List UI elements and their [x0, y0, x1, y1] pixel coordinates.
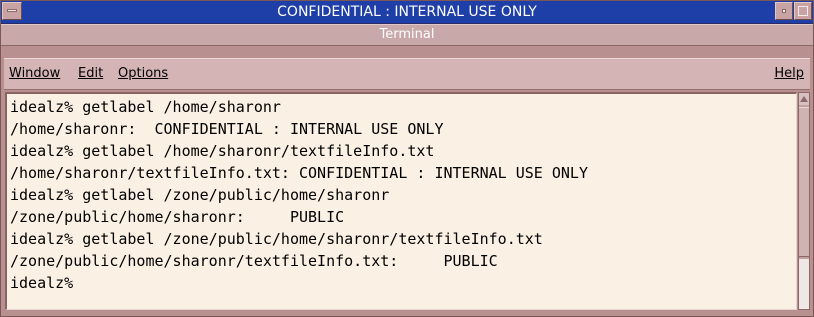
- terminal-line: /home/sharonr/textfileInfo.txt: CONFIDEN…: [10, 164, 588, 182]
- window-title: Terminal: [379, 27, 435, 42]
- terminal-line: /zone/public/home/sharonr/textfileInfo.t…: [10, 252, 498, 270]
- menu-options[interactable]: Options: [118, 59, 168, 89]
- menu-edit-label: Edit: [78, 66, 104, 81]
- scrollbar-thumb[interactable]: [799, 107, 809, 257]
- terminal-line: idealz% getlabel /zone/public/home/sharo…: [10, 186, 390, 204]
- menu-help-label: Help: [774, 66, 804, 81]
- label-bar-text: CONFIDENTIAL : INTERNAL USE ONLY: [277, 4, 537, 20]
- menu-window-label: Window: [9, 66, 61, 81]
- arrow-up-icon: [800, 96, 808, 102]
- terminal-window: CONFIDENTIAL : INTERNAL USE ONLY Termina…: [0, 0, 814, 317]
- terminal-line: idealz% getlabel /home/sharonr: [10, 98, 281, 116]
- maximize-button[interactable]: [794, 2, 812, 20]
- scroll-up-button[interactable]: [799, 93, 809, 105]
- menu-options-label: Options: [118, 66, 169, 81]
- terminal-prompt: idealz%: [10, 274, 74, 292]
- terminal-output[interactable]: idealz% getlabel /home/sharonr /home/sha…: [5, 92, 797, 310]
- minimize-icon: [782, 9, 786, 13]
- label-bar: CONFIDENTIAL : INTERNAL USE ONLY: [1, 1, 813, 24]
- terminal-line: idealz% getlabel /zone/public/home/sharo…: [10, 230, 543, 248]
- scrollbar-track[interactable]: [799, 259, 809, 309]
- title-bar[interactable]: Terminal: [1, 24, 813, 46]
- maximize-icon: [798, 6, 808, 16]
- terminal-line: /home/sharonr: CONFIDENTIAL : INTERNAL U…: [10, 120, 444, 138]
- menu-window[interactable]: Window: [9, 59, 60, 89]
- menu-bar: Window Edit Options Help: [4, 58, 810, 90]
- menu-help[interactable]: Help: [774, 59, 804, 89]
- terminal-line: /zone/public/home/sharonr: PUBLIC: [10, 208, 345, 226]
- vertical-scrollbar[interactable]: [798, 92, 810, 310]
- terminal-line: idealz% getlabel /home/sharonr/textfileI…: [10, 142, 435, 160]
- minimize-button[interactable]: [775, 2, 793, 20]
- menu-edit[interactable]: Edit: [78, 59, 103, 89]
- terminal-lines: idealz% getlabel /home/sharonr /home/sha…: [10, 96, 588, 294]
